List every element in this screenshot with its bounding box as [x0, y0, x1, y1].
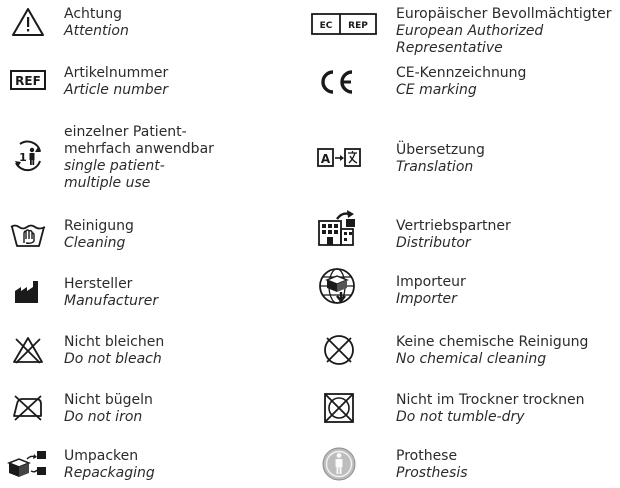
- symbol-text: CE-Kennzeichnung CE marking: [396, 65, 526, 99]
- german-label: Nicht bügeln: [64, 392, 153, 408]
- do-not-iron-icon: [6, 388, 50, 428]
- symbol-entry-do-not-tumble-dry: Nicht im Trockner trocknen Do not tumble…: [305, 386, 620, 430]
- symbol-entry-article-number: REF Artikelnummer Article number: [0, 60, 300, 104]
- symbol-entry-ce-marking: CE-Kennzeichnung CE marking: [305, 60, 620, 104]
- symbol-text: Nicht bügeln Do not iron: [64, 392, 153, 426]
- english-label: CE marking: [396, 82, 477, 98]
- single-patient-multiple-use-icon: 1: [6, 136, 50, 176]
- translation-source-letter: A: [321, 152, 331, 166]
- translation-icon: A: [317, 138, 361, 178]
- symbol-text: Nicht bleichen Do not bleach: [64, 334, 164, 368]
- prosthesis-icon: [317, 444, 361, 484]
- symbol-text: Übersetzung Translation: [396, 142, 485, 176]
- symbol-entry-attention: Achtung Attention: [0, 2, 300, 46]
- symbol-text: Europäischer Bevollmächtigter European A…: [396, 6, 620, 57]
- german-label: Übersetzung: [396, 142, 485, 158]
- symbol-entry-prosthesis: Prothese Prosthesis: [305, 444, 620, 488]
- english-label: Translation: [396, 159, 474, 175]
- symbol-entry-manufacturer: Hersteller Manufacturer: [0, 270, 300, 314]
- english-label: Prosthesis: [396, 465, 468, 481]
- symbol-entry-do-not-iron: Nicht bügeln Do not iron: [0, 386, 300, 430]
- german-label: Europäischer Bevollmächtigter: [396, 6, 612, 22]
- ce-marking-icon: [313, 62, 357, 102]
- symbol-text: Reinigung Cleaning: [64, 218, 134, 252]
- symbol-text: Achtung Attention: [64, 6, 129, 40]
- english-label: Do not tumble-dry: [396, 409, 525, 425]
- do-not-tumble-dry-icon: [317, 388, 361, 428]
- german-label: Achtung: [64, 6, 123, 22]
- do-not-bleach-icon: [6, 330, 50, 370]
- german-label: Hersteller: [64, 276, 133, 292]
- symbol-entry-authorized-representative: EC REP Europäischer Bevollmächtigter Euro…: [305, 2, 620, 56]
- german-label: Nicht bleichen: [64, 334, 165, 350]
- ec-rep-icon: EC REP: [309, 4, 379, 44]
- symbol-text: Hersteller Manufacturer: [64, 276, 158, 310]
- symbol-entry-cleaning: Reinigung Cleaning: [0, 212, 300, 256]
- symbol-text: Nicht im Trockner trocknen Do not tumble…: [396, 392, 585, 426]
- german-label: Artikelnummer: [64, 65, 169, 81]
- english-label: Cleaning: [64, 235, 126, 251]
- english-label: Attention: [64, 23, 129, 39]
- german-label: Keine chemische Reinigung: [396, 334, 589, 350]
- symbol-entry-no-chemical-cleaning: Keine chemische Reinigung No chemical cl…: [305, 328, 620, 372]
- english-label: No chemical cleaning: [396, 351, 547, 367]
- english-label: Do not iron: [64, 409, 143, 425]
- german-label: einzelner Patient- mehrfach anwendbar: [64, 124, 214, 157]
- ref-icon: REF: [6, 60, 50, 100]
- symbol-entry-single-patient: 1 einzelner Patient- mehrfach anwendbar …: [0, 122, 300, 198]
- german-label: Vertriebspartner: [396, 218, 511, 234]
- patient-count-text: 1: [19, 151, 27, 164]
- symbol-entry-distributor: Vertriebspartner Distributor: [305, 206, 620, 256]
- symbol-text: Prothese Prosthesis: [396, 448, 468, 482]
- english-label: Article number: [64, 82, 169, 98]
- symbol-text: Umpacken Repackaging: [64, 448, 155, 482]
- rep-text: REP: [348, 21, 368, 31]
- english-label: Do not bleach: [64, 351, 162, 367]
- symbol-text: Artikelnummer Article number: [64, 65, 168, 99]
- importer-globe-icon: [315, 266, 359, 306]
- german-label: Reinigung: [64, 218, 134, 234]
- symbol-text: Importeur Importer: [396, 274, 466, 308]
- symbol-entry-translation: A Übersetzung Translation: [305, 138, 620, 182]
- symbol-text: einzelner Patient- mehrfach anwendbar si…: [64, 124, 214, 192]
- english-label: single patient- multiple use: [64, 158, 165, 191]
- symbol-entry-repackaging: Umpacken Repackaging: [0, 444, 300, 488]
- english-label: European Authorized Representative: [396, 23, 544, 56]
- german-label: Umpacken: [64, 448, 139, 464]
- english-label: Manufacturer: [64, 293, 159, 309]
- english-label: Repackaging: [64, 465, 155, 481]
- symbol-text: Keine chemische Reinigung No chemical cl…: [396, 334, 588, 368]
- warning-triangle-icon: [6, 2, 50, 42]
- ec-text: EC: [320, 21, 333, 31]
- symbol-text: Vertriebspartner Distributor: [396, 218, 511, 252]
- distributor-icon: [315, 208, 359, 248]
- english-label: Importer: [396, 291, 457, 307]
- german-label: Importeur: [396, 274, 466, 290]
- manufacturer-factory-icon: [6, 272, 50, 312]
- ref-icon-text: REF: [15, 74, 41, 88]
- symbol-entry-do-not-bleach: Nicht bleichen Do not bleach: [0, 328, 300, 372]
- german-label: Nicht im Trockner trocknen: [396, 392, 585, 408]
- german-label: CE-Kennzeichnung: [396, 65, 527, 81]
- repackaging-icon: [6, 444, 50, 484]
- german-label: Prothese: [396, 448, 458, 464]
- english-label: Distributor: [396, 235, 471, 251]
- symbol-entry-importer: Importeur Importer: [305, 266, 620, 316]
- no-chemical-cleaning-icon: [317, 330, 361, 370]
- cleaning-basin-icon: [6, 214, 50, 254]
